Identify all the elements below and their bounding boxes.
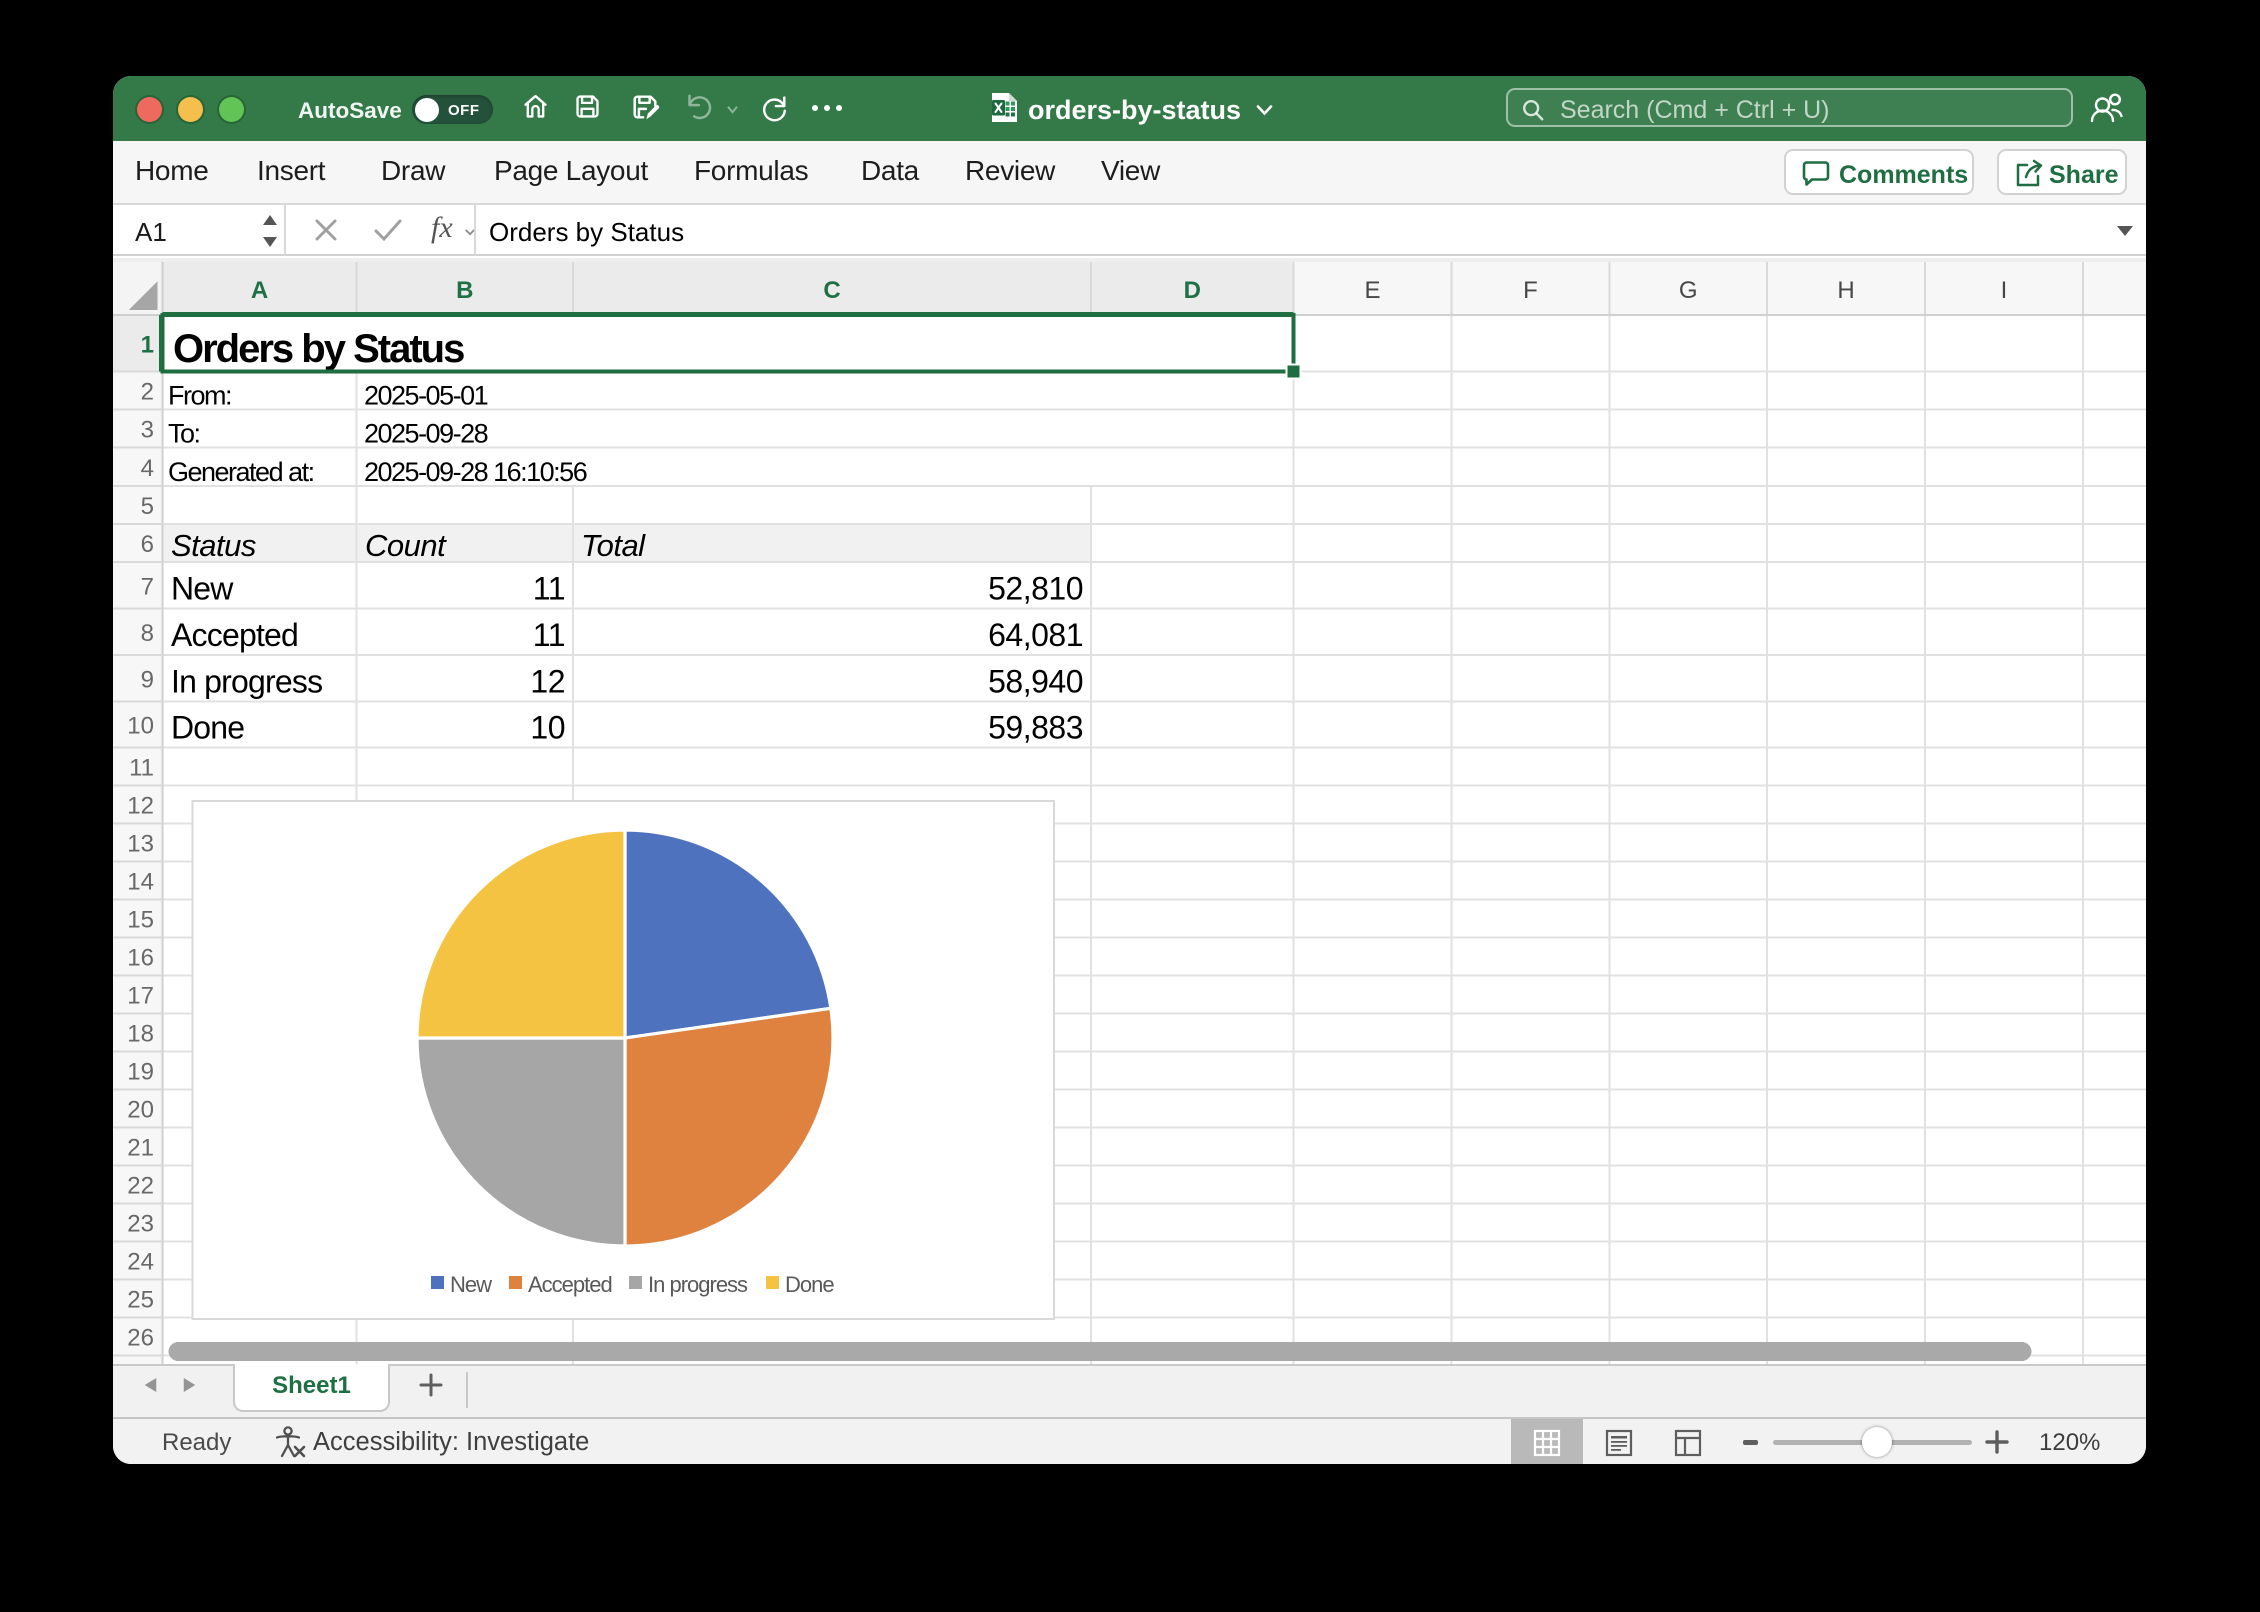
svg-text:Status: Status <box>171 528 256 563</box>
svg-text:New: New <box>171 571 234 607</box>
svg-text:To:: To: <box>168 419 200 449</box>
svg-text:F: F <box>1523 277 1538 304</box>
svg-text:16: 16 <box>127 945 154 972</box>
svg-text:59,883: 59,883 <box>988 710 1083 746</box>
svg-text:13: 13 <box>127 831 154 858</box>
svg-text:17: 17 <box>127 983 154 1010</box>
svg-text:E: E <box>1364 277 1380 304</box>
svg-text:Orders by Status: Orders by Status <box>173 327 464 371</box>
svg-text:12: 12 <box>127 793 154 820</box>
svg-text:Accepted: Accepted <box>528 1272 612 1297</box>
svg-text:23: 23 <box>127 1211 154 1238</box>
svg-text:14: 14 <box>127 869 154 896</box>
svg-text:26: 26 <box>127 1325 154 1352</box>
svg-text:12: 12 <box>530 664 565 700</box>
svg-text:64,081: 64,081 <box>988 617 1083 653</box>
svg-text:Done: Done <box>171 710 244 746</box>
svg-text:Accepted: Accepted <box>171 617 298 653</box>
svg-text:2: 2 <box>141 379 154 406</box>
svg-text:11: 11 <box>129 755 154 782</box>
svg-text:Done: Done <box>785 1272 834 1297</box>
svg-text:Generated at:: Generated at: <box>168 457 314 487</box>
svg-text:B: B <box>456 277 473 304</box>
svg-text:11: 11 <box>533 617 565 653</box>
svg-text:A: A <box>251 277 268 304</box>
svg-text:In progress: In progress <box>171 664 322 700</box>
svg-text:11: 11 <box>533 571 565 607</box>
svg-text:5: 5 <box>141 493 154 520</box>
svg-text:15: 15 <box>127 907 154 934</box>
svg-text:10: 10 <box>530 710 565 746</box>
svg-text:In progress: In progress <box>648 1272 748 1297</box>
svg-text:10: 10 <box>127 713 154 740</box>
svg-text:6: 6 <box>141 531 154 558</box>
svg-text:Count: Count <box>365 528 447 563</box>
svg-text:1: 1 <box>141 331 154 358</box>
svg-text:19: 19 <box>127 1059 154 1086</box>
svg-text:4: 4 <box>141 455 154 482</box>
svg-text:G: G <box>1679 277 1698 304</box>
svg-text:18: 18 <box>127 1021 154 1048</box>
svg-text:3: 3 <box>141 417 154 444</box>
svg-text:21: 21 <box>127 1135 154 1162</box>
svg-text:20: 20 <box>127 1097 154 1124</box>
svg-text:I: I <box>2001 277 2008 304</box>
svg-text:C: C <box>823 277 840 304</box>
svg-text:New: New <box>450 1272 492 1297</box>
svg-text:From:: From: <box>168 381 231 411</box>
svg-text:D: D <box>1184 277 1201 304</box>
svg-text:24: 24 <box>127 1249 154 1276</box>
svg-text:58,940: 58,940 <box>988 664 1083 700</box>
svg-text:9: 9 <box>141 666 154 693</box>
svg-text:H: H <box>1837 277 1854 304</box>
svg-text:2025-09-28 16:10:56: 2025-09-28 16:10:56 <box>364 457 587 487</box>
svg-text:22: 22 <box>127 1173 154 1200</box>
svg-text:8: 8 <box>141 620 154 647</box>
svg-text:25: 25 <box>127 1287 154 1314</box>
svg-text:2025-09-28: 2025-09-28 <box>364 419 488 449</box>
svg-text:2025-05-01: 2025-05-01 <box>364 381 488 411</box>
svg-text:52,810: 52,810 <box>988 571 1083 607</box>
svg-text:7: 7 <box>141 573 154 600</box>
svg-text:Total: Total <box>581 528 646 563</box>
